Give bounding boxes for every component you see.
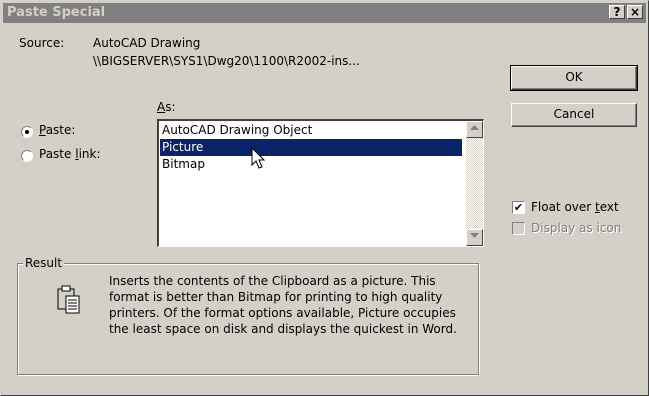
list-item-autocad-drawing-object[interactable]: AutoCAD Drawing Object xyxy=(160,122,462,139)
result-group-label: Result xyxy=(23,256,65,270)
paste-radio-label[interactable]: Paste: xyxy=(39,123,75,137)
cancel-button[interactable]: Cancel xyxy=(511,103,637,127)
paste-mnemonic: P xyxy=(39,123,46,137)
list-item-bitmap[interactable]: Bitmap xyxy=(160,156,462,173)
as-label: As: xyxy=(157,100,176,114)
ok-button[interactable]: OK xyxy=(510,65,638,91)
title-bar: Paste Special ? × xyxy=(3,3,646,23)
scroll-down-button[interactable] xyxy=(466,229,483,246)
float-label-start: Float over xyxy=(531,200,596,214)
paste-special-dialog: Paste Special ? × Source: AutoCAD Drawin… xyxy=(0,0,649,396)
paste-label-rest: aste: xyxy=(45,123,76,137)
paste-link-radio[interactable] xyxy=(21,150,33,162)
as-label-mnemonic: A xyxy=(157,100,166,114)
result-description: Inserts the contents of the Clipboard as… xyxy=(109,274,457,336)
source-label: Source: xyxy=(19,36,65,50)
paste-radio[interactable] xyxy=(21,126,33,138)
close-button[interactable]: × xyxy=(627,5,643,19)
paste-link-radio-label[interactable]: Paste link: xyxy=(39,147,101,161)
arrow-up-icon xyxy=(470,125,479,130)
as-label-rest: s: xyxy=(165,100,176,114)
as-listbox[interactable]: AutoCAD Drawing Object Picture Bitmap xyxy=(157,119,484,247)
source-name: AutoCAD Drawing xyxy=(93,36,201,50)
help-button[interactable]: ? xyxy=(609,5,625,19)
float-label-rest: ext xyxy=(599,200,619,214)
mouse-cursor-icon xyxy=(251,147,266,169)
display-as-icon-checkbox xyxy=(512,222,525,235)
float-over-text-label[interactable]: Float over text xyxy=(531,200,619,214)
scroll-up-button[interactable] xyxy=(466,121,483,138)
window-title: Paste Special xyxy=(7,5,106,20)
list-scrollbar[interactable] xyxy=(466,121,483,246)
source-path: \\BIGSERVER\SYS1\Dwg20\1100\R2002-ins... xyxy=(93,54,360,68)
arrow-down-icon xyxy=(470,233,479,238)
list-item-picture[interactable]: Picture xyxy=(160,139,462,156)
display-as-icon-label: Display as icon xyxy=(531,221,622,235)
float-over-text-checkbox[interactable]: ✔ xyxy=(512,201,525,214)
paste-link-label-start: Paste xyxy=(39,147,76,161)
paste-link-label-rest: ink: xyxy=(78,147,101,161)
clipboard-icon xyxy=(57,285,80,314)
